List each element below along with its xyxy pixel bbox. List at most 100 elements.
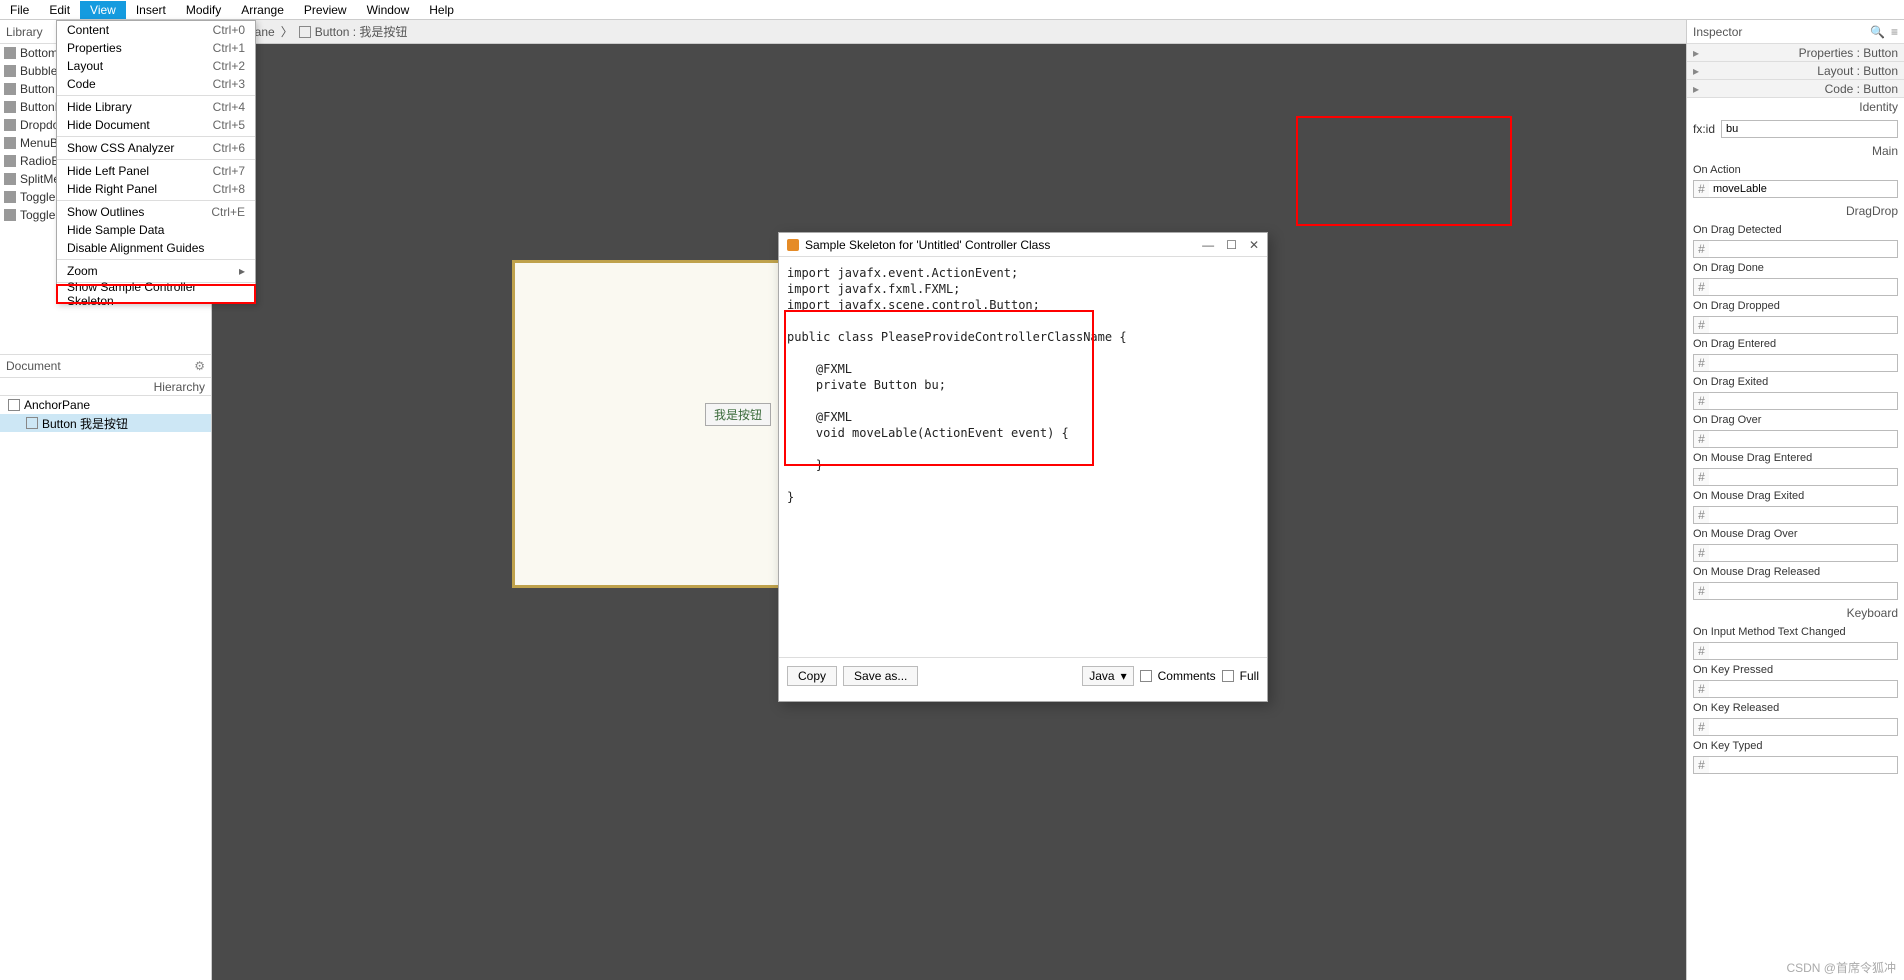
event-input[interactable]	[1709, 278, 1898, 296]
menu-edit[interactable]: Edit	[39, 1, 80, 19]
save-as-button[interactable]: Save as...	[843, 666, 918, 686]
menu-item-hide-right-panel[interactable]: Hide Right PanelCtrl+8	[57, 180, 255, 198]
inspector-menu-icon[interactable]: ≡	[1891, 25, 1898, 39]
hash-icon: #	[1693, 278, 1709, 296]
event-input[interactable]	[1709, 642, 1898, 660]
hash-icon: #	[1693, 582, 1709, 600]
hash-icon: #	[1693, 544, 1709, 562]
full-checkbox[interactable]	[1222, 670, 1234, 682]
view-menu-dropdown[interactable]: ContentCtrl+0PropertiesCtrl+1LayoutCtrl+…	[56, 20, 256, 304]
inspector-search-icon[interactable]: 🔍	[1870, 25, 1885, 39]
control-icon	[4, 155, 16, 167]
inspector-section[interactable]: ▸Layout : Button	[1687, 62, 1904, 80]
on-action-input-wrap: #	[1693, 180, 1898, 198]
event-input[interactable]	[1709, 680, 1898, 698]
menu-modify[interactable]: Modify	[176, 1, 231, 19]
node-icon	[8, 399, 20, 411]
menubar: FileEditViewInsertModifyArrangePreviewWi…	[0, 0, 1904, 20]
menu-file[interactable]: File	[0, 1, 39, 19]
control-icon	[4, 101, 16, 113]
event-input[interactable]	[1709, 544, 1898, 562]
on-action-input[interactable]	[1709, 180, 1898, 198]
fxid-row: fx:id	[1693, 120, 1898, 138]
event-input[interactable]	[1709, 430, 1898, 448]
menu-item-hide-left-panel[interactable]: Hide Left PanelCtrl+7	[57, 162, 255, 180]
event-input[interactable]	[1709, 392, 1898, 410]
menu-item-content[interactable]: ContentCtrl+0	[57, 21, 255, 39]
menu-item-zoom[interactable]: Zoom▸	[57, 262, 255, 280]
tree-item[interactable]: AnchorPane	[0, 396, 211, 414]
event-label: On Drag Exited	[1693, 376, 1898, 388]
inspector-section[interactable]: ▸Code : Button	[1687, 80, 1904, 98]
event-input[interactable]	[1709, 506, 1898, 524]
event-label: On Key Pressed	[1693, 664, 1898, 676]
comments-checkbox[interactable]	[1140, 670, 1152, 682]
document-gear-icon[interactable]: ⚙	[194, 359, 205, 373]
chevron-right-icon: ▸	[1693, 46, 1699, 60]
inspector-section[interactable]: ▸Properties : Button	[1687, 44, 1904, 62]
anchor-pane-preview[interactable]: 我是按钮	[512, 260, 784, 588]
hash-icon: #	[1693, 430, 1709, 448]
chevron-right-icon: ▸	[1693, 82, 1699, 96]
menu-item-show-sample-controller-skeleton[interactable]: Show Sample Controller Skeleton	[57, 285, 255, 303]
menu-item-hide-sample-data[interactable]: Hide Sample Data	[57, 221, 255, 239]
menu-item-show-outlines[interactable]: Show OutlinesCtrl+E	[57, 203, 255, 221]
menu-window[interactable]: Window	[357, 1, 420, 19]
event-input[interactable]	[1709, 718, 1898, 736]
menu-item-layout[interactable]: LayoutCtrl+2	[57, 57, 255, 75]
inspector-header: Inspector 🔍 ≡	[1687, 20, 1904, 44]
dialog-titlebar[interactable]: Sample Skeleton for 'Untitled' Controlle…	[779, 233, 1267, 257]
identity-category: Identity	[1687, 98, 1904, 116]
event-input[interactable]	[1709, 316, 1898, 334]
menu-insert[interactable]: Insert	[126, 1, 176, 19]
hierarchy-tree: AnchorPaneButton 我是按钮	[0, 396, 211, 432]
hash-icon: #	[1693, 316, 1709, 334]
event-input[interactable]	[1709, 354, 1898, 372]
tree-item[interactable]: Button 我是按钮	[0, 414, 211, 432]
event-label: On Key Released	[1693, 702, 1898, 714]
hierarchy-subhead: Hierarchy	[0, 378, 211, 396]
event-input[interactable]	[1709, 468, 1898, 486]
main-category: Main	[1687, 142, 1904, 160]
menu-item-hide-library[interactable]: Hide LibraryCtrl+4	[57, 98, 255, 116]
skeleton-code[interactable]: import javafx.event.ActionEvent; import …	[779, 257, 1267, 657]
menu-view[interactable]: View	[80, 1, 126, 19]
control-icon	[4, 83, 16, 95]
maximize-icon[interactable]: ☐	[1226, 238, 1237, 252]
hash-icon: #	[1693, 354, 1709, 372]
dialog-app-icon	[787, 239, 799, 251]
menu-help[interactable]: Help	[419, 1, 464, 19]
dialog-footer: Copy Save as... Java▾ Comments Full	[779, 657, 1267, 693]
button-icon	[299, 26, 311, 38]
menu-item-show-css-analyzer[interactable]: Show CSS AnalyzerCtrl+6	[57, 139, 255, 157]
menu-item-code[interactable]: CodeCtrl+3	[57, 75, 255, 93]
event-label: On Mouse Drag Over	[1693, 528, 1898, 540]
menu-item-disable-alignment-guides[interactable]: Disable Alignment Guides	[57, 239, 255, 257]
copy-button[interactable]: Copy	[787, 666, 837, 686]
event-input[interactable]	[1709, 756, 1898, 774]
full-label: Full	[1240, 669, 1259, 683]
event-label: On Key Typed	[1693, 740, 1898, 752]
event-input[interactable]	[1709, 582, 1898, 600]
menu-item-hide-document[interactable]: Hide DocumentCtrl+5	[57, 116, 255, 134]
on-action-label: On Action	[1693, 164, 1898, 176]
control-icon	[4, 137, 16, 149]
event-label: On Drag Entered	[1693, 338, 1898, 350]
minimize-icon[interactable]: —	[1202, 238, 1214, 252]
fxid-input[interactable]	[1721, 120, 1898, 138]
close-icon[interactable]: ✕	[1249, 238, 1259, 252]
preview-button[interactable]: 我是按钮	[705, 403, 771, 426]
node-icon	[26, 417, 38, 429]
fxid-label: fx:id	[1693, 122, 1715, 136]
event-input[interactable]	[1709, 240, 1898, 258]
language-select[interactable]: Java▾	[1082, 666, 1133, 686]
menu-preview[interactable]: Preview	[294, 1, 357, 19]
hash-icon: #	[1693, 392, 1709, 410]
control-icon	[4, 191, 16, 203]
chevron-down-icon: ▾	[1121, 669, 1127, 683]
breadcrumb-child[interactable]: Button : 我是按钮	[299, 23, 408, 40]
library-title: Library	[6, 25, 43, 39]
document-title: Document	[6, 359, 61, 373]
menu-arrange[interactable]: Arrange	[231, 1, 294, 19]
menu-item-properties[interactable]: PropertiesCtrl+1	[57, 39, 255, 57]
